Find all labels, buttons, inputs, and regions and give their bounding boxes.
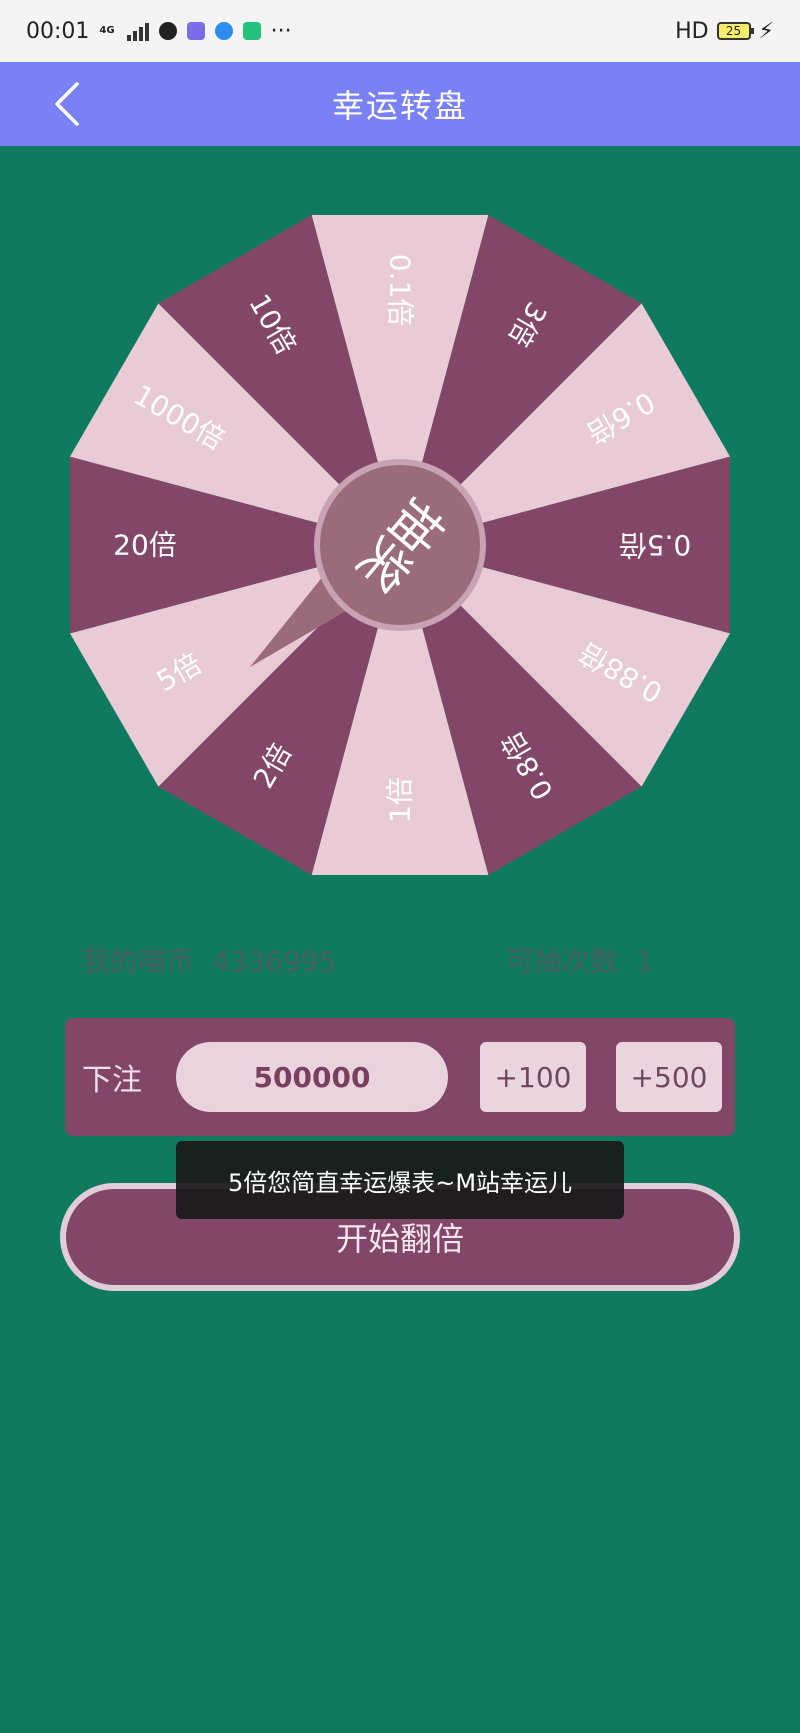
bet-amount-input[interactable]: 500000 [176,1042,448,1112]
coins-label: 我的喵币 [82,945,195,978]
plus-100-button[interactable]: +100 [480,1042,586,1112]
coins-value: 4336995 [211,945,337,978]
status-bar: 00:01 4G ··· HD 25 ⚡ [0,0,800,62]
coins-info: 我的喵币 4336995 [82,940,337,980]
wheel-segment-label: 1倍 [384,777,417,823]
wheel-segment-label: 20倍 [113,529,177,562]
bet-panel: 下注 500000 +100 +500 [65,1018,735,1136]
plus-500-button[interactable]: +500 [616,1042,722,1112]
draws-info: 可抽次数 1 [506,940,654,980]
hd-indicator: HD [675,18,709,44]
signal-icon [126,21,149,41]
wheel-segment-label: 0.5倍 [619,529,692,562]
page-title: 幸运转盘 [331,87,468,125]
draws-value: 1 [635,945,654,978]
app-icon-blue [214,22,233,40]
status-time: 00:01 [26,18,90,44]
charging-icon: ⚡ [758,18,774,44]
more-notifications-icon: ··· [270,18,292,44]
info-row: 我的喵币 4336995 可抽次数 1 [82,940,682,980]
qq-icon [158,22,177,40]
status-right: HD 25 ⚡ [675,19,774,44]
draws-label: 可抽次数 [506,945,619,978]
app-icon-purple [186,22,205,40]
wheel-segment-label: 0.1倍 [384,254,417,327]
bet-label: 下注 [82,1063,142,1098]
app-icon-green [242,22,261,40]
status-left: 00:01 4G ··· [26,19,292,44]
lucky-wheel: 0.1倍 3倍0.6倍0.5倍0.88倍0.8倍1倍2倍5倍20倍1000倍10倍… [70,215,730,875]
battery-level: 25 [725,24,742,38]
battery-icon: 25 [716,22,754,40]
network-type: 4G [99,25,115,36]
nav-bar: 幸运转盘 [0,62,800,146]
toast-message: 5倍您简直幸运爆表~M站幸运儿 [176,1141,624,1219]
